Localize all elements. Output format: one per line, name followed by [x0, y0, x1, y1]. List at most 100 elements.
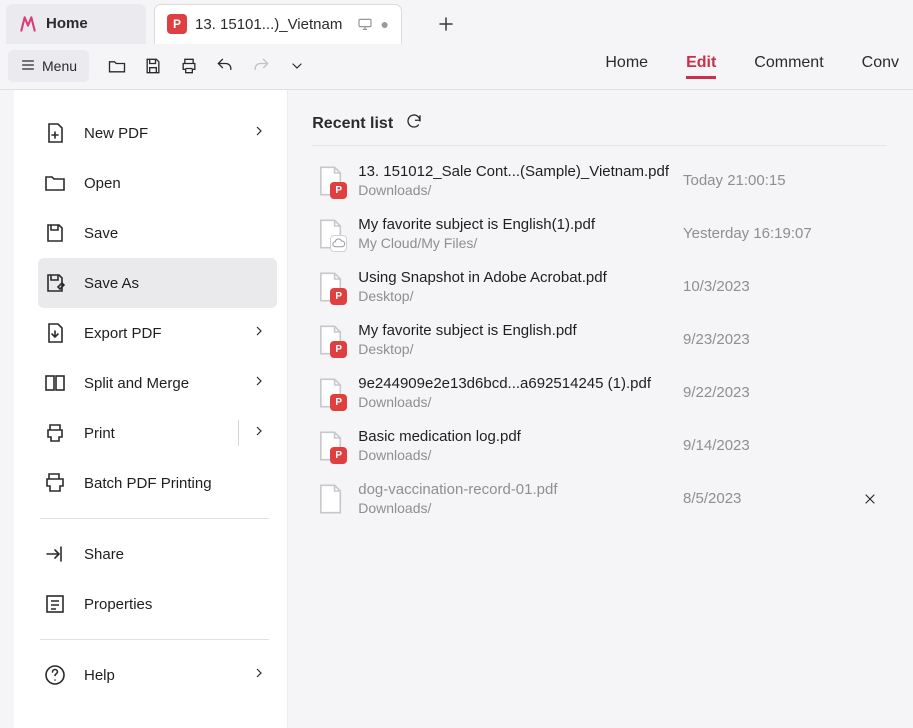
file-name: Basic medication log.pdf: [358, 428, 669, 445]
menu-button-label: Menu: [42, 58, 77, 74]
file-icon: P: [316, 430, 344, 462]
menu-properties[interactable]: Properties: [38, 579, 277, 629]
menu-save[interactable]: Save: [38, 208, 277, 258]
menu-label: Print: [84, 425, 115, 442]
file-name: Using Snapshot in Adobe Acrobat.pdf: [358, 269, 669, 286]
file-name: dog-vaccination-record-01.pdf: [358, 481, 669, 498]
file-date: 8/5/2023: [683, 490, 843, 507]
chevron-right-icon: [251, 423, 267, 443]
wps-logo-icon: [18, 14, 38, 34]
file-name: My favorite subject is English.pdf: [358, 322, 669, 339]
ribbon-tab-edit[interactable]: Edit: [686, 54, 716, 79]
tab-document[interactable]: P 13. 15101...)_Vietnam ●: [154, 4, 402, 44]
menu-label: Save As: [84, 275, 139, 292]
menu-label: Batch PDF Printing: [84, 475, 212, 492]
help-icon: [42, 662, 68, 688]
ribbon-tab-comment[interactable]: Comment: [754, 54, 823, 79]
file-date: 9/14/2023: [683, 437, 843, 454]
recent-list-item[interactable]: P Using Snapshot in Adobe Acrobat.pdf Desk…: [312, 260, 887, 313]
file-date: Yesterday 16:19:07: [683, 225, 843, 242]
file-info: Using Snapshot in Adobe Acrobat.pdf Deskt…: [358, 269, 669, 304]
file-date: Today 21:00:15: [683, 172, 843, 189]
menu-label: Help: [84, 667, 115, 684]
file-path: Desktop/: [358, 288, 669, 304]
hamburger-icon: [20, 57, 36, 76]
recent-list-item[interactable]: dog-vaccination-record-01.pdf Downloads/8…: [312, 472, 887, 525]
new-pdf-icon: [42, 120, 68, 146]
recent-list-item[interactable]: PMy favorite subject is English.pdfDeskt…: [312, 313, 887, 366]
pdf-badge-icon: P: [330, 182, 347, 199]
file-info: dog-vaccination-record-01.pdf Downloads/: [358, 481, 669, 516]
menu-save-as[interactable]: Save As: [38, 258, 277, 308]
menu-export-pdf[interactable]: Export PDF: [38, 308, 277, 358]
pdf-badge-icon: P: [167, 14, 187, 34]
file-path: Desktop/: [358, 341, 669, 357]
file-date: 9/23/2023: [683, 331, 843, 348]
quick-access-toolbar: [105, 54, 309, 78]
row-close-button[interactable]: [857, 491, 883, 507]
redo-icon[interactable]: [249, 54, 273, 78]
menu-new-pdf[interactable]: New PDF: [38, 108, 277, 158]
menu-divider: [40, 639, 269, 640]
new-tab-button[interactable]: [426, 4, 466, 44]
ribbon-tabs: Home Edit Comment Conv: [605, 54, 905, 79]
menu-label: Split and Merge: [84, 375, 189, 392]
menu-batch-print[interactable]: Batch PDF Printing: [38, 458, 277, 508]
menu-label: Save: [84, 225, 118, 242]
tab-home[interactable]: Home: [6, 4, 146, 44]
file-icon: [316, 483, 344, 515]
file-icon: [316, 218, 344, 250]
menu-print[interactable]: Print: [38, 408, 277, 458]
recent-list-item[interactable]: P 9e244909e2e13d6bcd...a692514245 (1).pdf…: [312, 366, 887, 419]
file-date: 9/22/2023: [683, 384, 843, 401]
ribbon-tab-convert[interactable]: Conv: [862, 54, 899, 79]
cloud-badge-icon: [330, 235, 347, 252]
export-pdf-icon: [42, 320, 68, 346]
refresh-icon[interactable]: [405, 112, 423, 135]
file-date: 10/3/2023: [683, 278, 843, 295]
batch-print-icon: [42, 470, 68, 496]
menu-label: Share: [84, 546, 124, 563]
menu-share[interactable]: Share: [38, 529, 277, 579]
file-info: Basic medication log.pdf Downloads/: [358, 428, 669, 463]
toolbar-dropdown-icon[interactable]: [285, 54, 309, 78]
file-path: My Cloud/My Files/: [358, 235, 669, 251]
pdf-badge-icon: P: [330, 447, 347, 464]
menu-button[interactable]: Menu: [8, 50, 89, 82]
open-folder-icon: [42, 170, 68, 196]
recent-list: P13. 151012_Sale Cont...(Sample)_Vietnam…: [312, 154, 887, 525]
tab-unsaved-dot-icon: ●: [381, 16, 389, 32]
file-path: Downloads/: [358, 447, 669, 463]
pdf-badge-icon: P: [330, 394, 347, 411]
menu-label: Properties: [84, 596, 152, 613]
menu-open[interactable]: Open: [38, 158, 277, 208]
file-path: Downloads/: [358, 394, 669, 410]
menu-split-merge[interactable]: Split and Merge: [38, 358, 277, 408]
properties-icon: [42, 591, 68, 617]
save-icon[interactable]: [141, 54, 165, 78]
menu-label: Export PDF: [84, 325, 162, 342]
printer-icon: [42, 420, 68, 446]
open-icon[interactable]: [105, 54, 129, 78]
recent-panel: Recent list P13. 151012_Sale Cont...(Sam…: [288, 90, 913, 728]
file-menu-panel: New PDF Open Save Save As: [14, 90, 288, 728]
menu-label: New PDF: [84, 125, 148, 142]
file-icon: P: [316, 271, 344, 303]
menu-help[interactable]: Help: [38, 650, 277, 700]
tab-document-label: 13. 15101...)_Vietnam: [195, 16, 349, 33]
ribbon-tab-home[interactable]: Home: [605, 54, 648, 79]
recent-list-item[interactable]: P Basic medication log.pdf Downloads/9/14/…: [312, 419, 887, 472]
recent-list-item[interactable]: P13. 151012_Sale Cont...(Sample)_Vietnam…: [312, 154, 887, 207]
undo-icon[interactable]: [213, 54, 237, 78]
recent-list-item[interactable]: My favorite subject is English(1).pdfMy …: [312, 207, 887, 260]
file-icon: P: [316, 377, 344, 409]
save-as-icon: [42, 270, 68, 296]
file-info: 9e244909e2e13d6bcd...a692514245 (1).pdfD…: [358, 375, 669, 410]
recent-list-title: Recent list: [312, 115, 393, 133]
file-path: Downloads/: [358, 500, 669, 516]
recent-list-header: Recent list: [312, 112, 887, 146]
menu-divider: [40, 518, 269, 519]
chevron-right-icon: [251, 665, 267, 685]
print-icon[interactable]: [177, 54, 201, 78]
ribbon-toolbar: Menu Home Edit Comment Conv: [0, 43, 913, 90]
